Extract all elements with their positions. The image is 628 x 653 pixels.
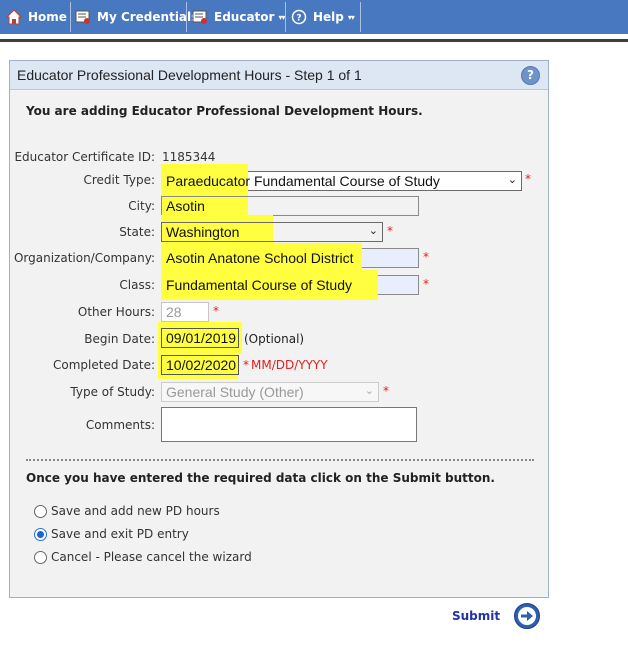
state-select[interactable]: Washington ⌄	[161, 222, 383, 242]
submit-link[interactable]: Submit	[452, 609, 500, 623]
other-hours-label: Other Hours:	[77, 305, 155, 319]
required-mark: *	[423, 277, 429, 291]
organization-input[interactable]: Asotin Anatone School District	[161, 243, 419, 273]
type-of-study-label: Type of Study:	[70, 385, 155, 399]
credit-type-value: Paraeducator Fundamental Course of Study	[166, 173, 440, 189]
city-input[interactable]: Asotin	[161, 196, 419, 216]
required-mark: *	[213, 304, 219, 318]
nav-help-label: Help	[313, 10, 344, 24]
help-icon: ?	[291, 9, 307, 25]
nav-home-label: Home	[28, 10, 67, 24]
city-label: City:	[128, 199, 155, 213]
option-label: Cancel - Please cancel the wizard	[51, 550, 252, 564]
cert-id-label: Educator Certificate ID:	[14, 150, 155, 164]
intro-text: You are adding Educator Professional Dev…	[26, 104, 423, 118]
section-divider	[26, 459, 534, 461]
nav-separator	[360, 2, 361, 32]
chevron-down-icon: ⌄	[368, 225, 378, 237]
nav-my-credentials-label: My Credentials	[97, 10, 199, 24]
class-value: Fundamental Course of Study	[166, 277, 352, 293]
type-of-study-select[interactable]: General Study (Other) ⌄	[161, 382, 379, 402]
arrow-right-icon[interactable]	[514, 603, 540, 629]
state-label: State:	[119, 225, 155, 239]
other-hours-input[interactable]: 28	[161, 302, 209, 322]
radio-button[interactable]	[34, 550, 47, 564]
nav-separator	[70, 2, 71, 32]
radio-button-checked[interactable]	[34, 527, 47, 541]
option-save-add-new[interactable]: Save and add new PD hours	[34, 504, 220, 518]
chevron-down-icon: ⌄	[507, 174, 517, 186]
pd-hours-panel: Educator Professional Development Hours …	[9, 60, 549, 598]
radio-button[interactable]	[34, 504, 47, 518]
required-mark: *	[383, 384, 389, 398]
nav-home[interactable]: Home	[5, 0, 67, 34]
begin-date-label: Begin Date:	[84, 332, 155, 346]
svg-text:?: ?	[296, 14, 301, 24]
required-mark: *	[423, 250, 429, 264]
home-icon	[5, 9, 23, 25]
type-of-study-value: General Study (Other)	[166, 384, 304, 400]
nav-divider	[0, 39, 628, 42]
date-format-hint: MM/DD/YYYY	[251, 358, 328, 372]
credentials-icon	[75, 9, 91, 25]
begin-date-note: (Optional)	[244, 332, 305, 346]
chevron-down-icon: ⌄	[364, 385, 374, 397]
required-mark: *	[243, 358, 249, 372]
comments-textarea[interactable]	[161, 407, 417, 442]
nav-my-credentials[interactable]: My Credentials	[75, 0, 198, 34]
completed-date-label: Completed Date:	[53, 358, 155, 372]
option-cancel[interactable]: Cancel - Please cancel the wizard	[34, 550, 252, 564]
help-icon[interactable]: ?	[521, 66, 540, 85]
panel-title: Educator Professional Development Hours …	[17, 67, 362, 83]
nav-help[interactable]: ? Help ▾▾	[291, 0, 355, 34]
begin-date-value: 09/01/2019	[166, 330, 237, 346]
class-input[interactable]: Fundamental Course of Study	[161, 270, 419, 300]
option-save-exit[interactable]: Save and exit PD entry	[34, 527, 189, 541]
option-label: Save and add new PD hours	[51, 504, 220, 518]
class-label: Class:	[119, 278, 155, 292]
organization-value: Asotin Anatone School District	[166, 250, 354, 266]
nav-educator[interactable]: Educator ▾▾	[192, 0, 285, 34]
organization-label: Organization/Company:	[13, 251, 155, 265]
educator-icon	[192, 9, 208, 25]
top-nav-bar: Home My Credentials Educator ▾▾ ? Help ▾…	[0, 0, 628, 34]
required-mark: *	[525, 172, 531, 186]
cert-id-value: 1185344	[162, 150, 216, 164]
credit-type-select[interactable]: Paraeducator Fundamental Course of Study…	[161, 164, 522, 194]
submit-instructions: Once you have entered the required data …	[26, 471, 495, 485]
nav-educator-label: Educator	[214, 10, 275, 24]
nav-separator	[285, 2, 286, 32]
comments-label: Comments:	[85, 418, 155, 432]
completed-date-value: 10/02/2020	[166, 357, 237, 373]
completed-date-input[interactable]: 10/02/2020	[161, 355, 239, 375]
city-value: Asotin	[166, 198, 205, 214]
chevron-down-icon: ▾▾	[278, 12, 285, 22]
state-value: Washington	[166, 224, 240, 240]
chevron-down-icon: ▾▾	[347, 12, 355, 22]
nav-separator	[186, 2, 187, 32]
panel-header: Educator Professional Development Hours …	[10, 61, 548, 90]
option-label: Save and exit PD entry	[51, 527, 189, 541]
other-hours-value: 28	[166, 304, 182, 320]
required-mark: *	[387, 224, 393, 238]
begin-date-input[interactable]: 09/01/2019	[161, 328, 239, 348]
credit-type-label: Credit Type:	[83, 173, 155, 187]
